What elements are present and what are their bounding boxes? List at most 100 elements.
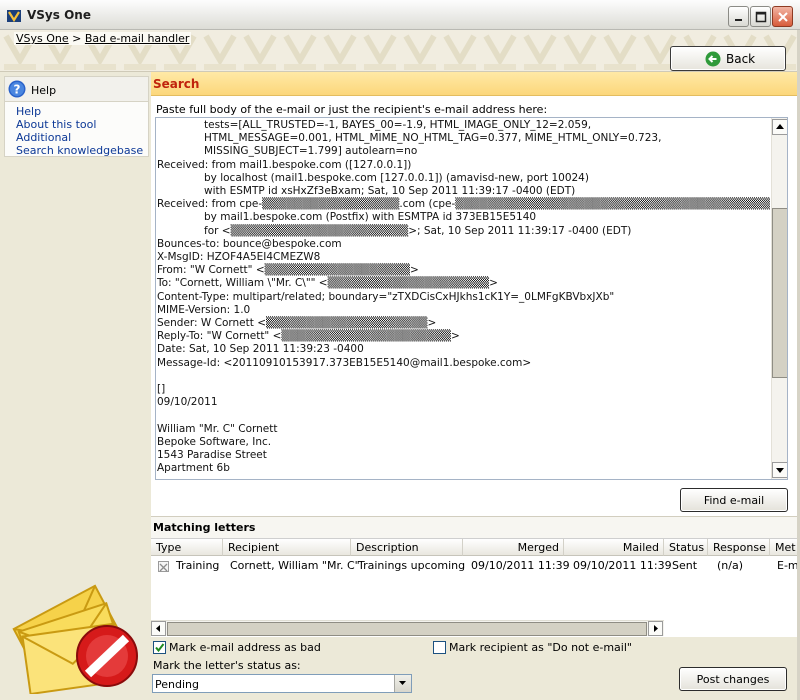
about-link[interactable]: About this tool <box>16 118 148 131</box>
help-panel-title: Help <box>31 84 57 97</box>
left-panel: ? Help Help About this tool Additional S… <box>0 72 151 700</box>
status-select-value: Pending <box>155 678 199 691</box>
column-header-type[interactable]: Type <box>151 539 223 556</box>
header-strip: VSys One > Bad e-mail handler Back <box>0 30 800 72</box>
status-dropdown-button[interactable] <box>394 675 411 692</box>
row-method[interactable]: E-m <box>777 559 799 572</box>
help-icon: ? <box>8 80 26 98</box>
bad-email-envelope-icon <box>12 584 138 694</box>
breadcrumb-current-link[interactable]: Bad e-mail handler <box>85 32 190 45</box>
horizontal-scrollbar[interactable] <box>151 620 664 636</box>
window-title: VSys One <box>27 8 91 22</box>
maximize-button[interactable] <box>750 6 771 27</box>
mark-bad-checkbox[interactable] <box>153 641 166 654</box>
bottom-controls: Mark e-mail address as bad Mark recipien… <box>151 637 800 700</box>
scroll-up-button[interactable] <box>772 119 787 135</box>
email-body-line: by mail1.bespoke.com (Postfix) with ESMT… <box>204 211 537 224</box>
matching-letters-title: Matching letters <box>153 521 256 534</box>
row-select-checkbox[interactable] <box>158 561 169 572</box>
email-body-line: for <▒▒▒▒▒▒▒▒▒▒▒▒▒▒▒▒▒▒▒▒▒▒>; Sat, 10 Se… <box>204 224 632 237</box>
email-body-line: From: "W Cornett" <▒▒▒▒▒▒▒▒▒▒▒▒▒▒▒▒▒▒> <box>157 264 419 277</box>
breadcrumb-root-link[interactable]: VSys One <box>16 32 69 45</box>
column-header-mailed[interactable]: Mailed <box>564 539 664 556</box>
minimize-icon <box>735 19 742 21</box>
horizontal-scrollbar-thumb[interactable] <box>167 622 647 636</box>
post-changes-button[interactable]: Post changes <box>679 667 787 691</box>
email-body-line: [] <box>157 383 166 395</box>
status-select[interactable]: Pending <box>152 674 412 693</box>
email-body-line: tests=[ALL_TRUSTED=-1, BAYES_00=-1.9, HT… <box>204 119 592 131</box>
column-header-description[interactable]: Description <box>351 539 463 556</box>
cross-mark-icon <box>159 563 168 572</box>
row-type[interactable]: Training <box>176 559 219 572</box>
help-panel-header[interactable]: ? Help <box>4 76 149 102</box>
email-body-line: by localhost (mail1.bespoke.com [127.0.0… <box>204 171 589 184</box>
search-section-header: Search <box>151 72 800 96</box>
email-body-line: MISSING_SUBJECT=1.799] autolearn=no <box>204 145 418 158</box>
search-section-title: Search <box>153 77 200 91</box>
email-body-line: Received: from cpe-▒▒▒▒▒▒▒▒▒▒▒▒▒▒▒▒▒.com… <box>157 198 770 211</box>
column-header-status[interactable]: Status <box>664 539 708 556</box>
post-changes-label: Post changes <box>696 673 770 686</box>
find-email-button[interactable]: Find e-mail <box>680 488 788 512</box>
breadcrumb-separator: > <box>72 32 82 45</box>
back-button[interactable]: Back <box>670 46 786 71</box>
additional-link[interactable]: Additional <box>16 131 148 144</box>
email-body-line: HTML_MESSAGE=0.001, HTML_MIME_NO_HTML_TA… <box>204 132 662 145</box>
arrow-right-icon <box>654 625 658 632</box>
arrow-down-icon <box>776 468 784 473</box>
search-instruction: Paste full body of the e-mail or just th… <box>156 103 548 116</box>
scroll-right-button[interactable] <box>648 621 663 636</box>
search-knowledgebase-link[interactable]: Search knowledgebase <box>16 144 148 157</box>
email-body-line: Sender: W Cornett <▒▒▒▒▒▒▒▒▒▒▒▒▒▒▒▒▒▒▒▒> <box>157 317 437 329</box>
email-body-line: X-MsgID: HZOF4A5EI4CMEZW8 <box>157 251 321 263</box>
arrow-left-icon <box>156 625 160 632</box>
row-mailed[interactable]: 09/10/2011 11:39 <box>573 559 672 572</box>
do-not-email-checkbox[interactable] <box>433 641 446 654</box>
email-body-line: Bepoke Software, Inc. <box>157 435 272 448</box>
email-body-line: Content-Type: multipart/related; boundar… <box>157 290 615 303</box>
column-header-merged[interactable]: Merged <box>463 539 564 556</box>
column-header-recipient[interactable]: Recipient <box>223 539 351 556</box>
close-icon <box>778 12 788 22</box>
email-body-textarea[interactable]: tests=[ALL_TRUSTED=-1, BAYES_00=-1.9, HT… <box>155 117 788 480</box>
matching-letters-header: Matching letters <box>151 516 800 538</box>
scroll-down-button[interactable] <box>772 462 787 478</box>
back-arrow-icon <box>705 51 721 67</box>
title-bar: VSys One <box>0 0 800 30</box>
minimize-button[interactable] <box>728 6 749 27</box>
email-body-line: with ESMTP id xsHxZf3eBxam; Sat, 10 Sep … <box>204 185 576 197</box>
back-button-label: Back <box>726 52 756 66</box>
row-status[interactable]: Sent <box>672 559 697 572</box>
row-merged[interactable]: 09/10/2011 11:39 <box>471 559 570 572</box>
row-recipient[interactable]: Cornett, William "Mr. C" <box>230 559 360 572</box>
email-body-line: Date: Sat, 10 Sep 2011 11:39:23 -0400 <box>157 343 364 356</box>
vertical-scrollbar[interactable] <box>771 118 787 479</box>
close-button[interactable] <box>772 6 793 27</box>
email-body-line: 1543 Paradise Street <box>157 449 267 461</box>
email-body-line: William "Mr. C" Cornett <box>157 422 278 435</box>
help-links: Help About this tool Additional Search k… <box>4 102 149 157</box>
column-header-response[interactable]: Response <box>708 539 770 556</box>
help-link[interactable]: Help <box>16 105 148 118</box>
row-response[interactable]: (n/a) <box>717 559 743 572</box>
maximize-icon <box>755 11 767 23</box>
breadcrumb: VSys One > Bad e-mail handler <box>14 32 192 45</box>
scrollbar-thumb[interactable] <box>772 208 787 378</box>
email-body-line: Bounces-to: bounce@bespoke.com <box>157 237 342 250</box>
email-body-line: Apartment 6b <box>157 462 230 475</box>
email-body-line: Reply-To: "W Cornett" <▒▒▒▒▒▒▒▒▒▒▒▒▒▒▒▒▒… <box>157 330 460 343</box>
find-email-label: Find e-mail <box>703 494 765 507</box>
column-header-method[interactable]: Met <box>770 539 800 556</box>
do-not-email-label[interactable]: Mark recipient as "Do not e-mail" <box>449 641 632 654</box>
vsys-logo-icon <box>7 10 21 23</box>
arrow-up-icon <box>776 124 784 129</box>
svg-text:?: ? <box>14 83 21 97</box>
email-body-content: tests=[ALL_TRUSTED=-1, BAYES_00=-1.9, HT… <box>156 118 770 479</box>
email-body-line: Received: from mail1.bespoke.com ([127.0… <box>157 158 412 171</box>
search-panel: Paste full body of the e-mail or just th… <box>151 96 800 516</box>
mark-bad-label[interactable]: Mark e-mail address as bad <box>169 641 321 654</box>
scroll-left-button[interactable] <box>151 621 166 636</box>
checkmark-icon <box>155 643 165 653</box>
row-description[interactable]: Trainings upcoming <box>358 559 465 572</box>
